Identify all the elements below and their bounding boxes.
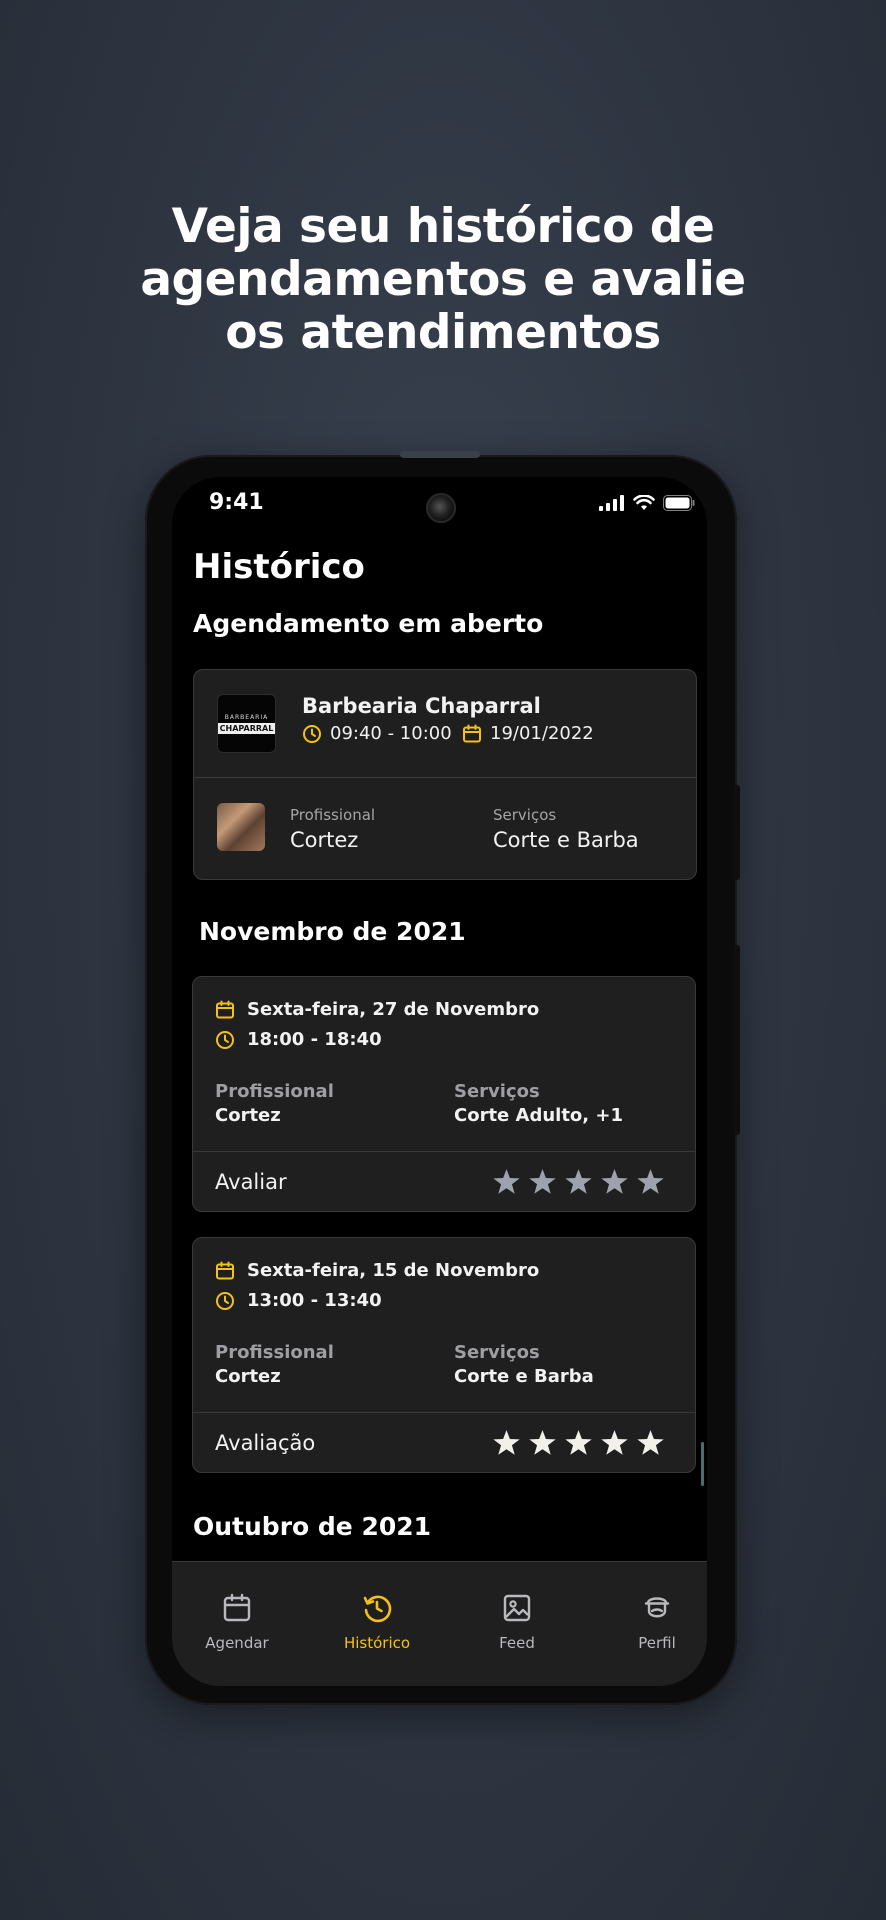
star-icon[interactable]	[492, 1168, 521, 1196]
status-bar: 9:41	[172, 477, 707, 532]
nav-item-feed[interactable]: Feed	[462, 1592, 572, 1652]
battery-icon	[663, 495, 695, 511]
professional-label: Profissional	[215, 1081, 334, 1102]
headline-line-1: Veja seu histórico de	[171, 199, 715, 254]
shop-name: Barbearia Chaparral	[302, 694, 541, 718]
professional-name: Cortez	[215, 1366, 281, 1387]
star-icon[interactable]	[564, 1429, 593, 1457]
history-date: Sexta-feira, 27 de Novembro	[247, 999, 540, 1020]
services-value: Corte e Barba	[454, 1366, 594, 1387]
scroll-indicator[interactable]	[701, 1442, 704, 1486]
status-time: 9:41	[209, 490, 264, 515]
shop-logo-top-text: BARBEARIA	[224, 713, 269, 721]
bottom-navigation: Agendar Histórico Feed Perfil	[172, 1561, 707, 1686]
history-time-row: 13:00 - 13:40	[215, 1290, 382, 1311]
appointment-date-row: 19/01/2022	[462, 723, 594, 744]
nav-item-perfil[interactable]: Perfil	[602, 1592, 707, 1652]
card-divider	[193, 1412, 695, 1413]
status-icons	[599, 495, 695, 511]
nav-label: Perfil	[638, 1634, 676, 1652]
star-icon[interactable]	[492, 1429, 521, 1457]
calendar-icon	[216, 1261, 234, 1279]
professional-name: Cortez	[290, 828, 359, 852]
month-heading-november: Novembro de 2021	[199, 917, 466, 946]
nav-item-historico[interactable]: Histórico	[322, 1592, 432, 1652]
phone-volume-button	[734, 785, 740, 880]
history-card[interactable]: Sexta-feira, 15 de Novembro 13:00 - 13:4…	[192, 1237, 696, 1473]
rating-label: Avaliar	[215, 1170, 287, 1194]
promo-headline: Veja seu histórico de agendamentos e ava…	[0, 200, 886, 359]
history-icon	[363, 1595, 392, 1623]
open-appointment-card[interactable]: BARBEARIA CHAPARRAL Barbearia Chaparral …	[193, 669, 697, 880]
nav-item-agendar[interactable]: Agendar	[182, 1592, 292, 1652]
card-divider	[193, 1151, 695, 1152]
signal-icon	[599, 495, 624, 511]
calendar-icon	[223, 1593, 251, 1622]
nav-label: Agendar	[205, 1634, 269, 1652]
history-card[interactable]: Sexta-feira, 27 de Novembro 18:00 - 18:4…	[192, 976, 696, 1212]
clock-icon	[303, 724, 321, 743]
open-appointment-heading: Agendamento em aberto	[193, 609, 544, 638]
phone-speaker	[400, 451, 480, 458]
headline-line-2: agendamentos e avalie	[140, 252, 746, 307]
headline-line-3: os atendimentos	[225, 305, 661, 360]
professional-avatar	[217, 803, 265, 851]
history-date-row: Sexta-feira, 27 de Novembro	[215, 999, 539, 1020]
star-icon[interactable]	[600, 1168, 629, 1196]
rating-label: Avaliação	[215, 1431, 316, 1455]
calendar-icon	[216, 1000, 234, 1018]
shop-logo: BARBEARIA CHAPARRAL	[217, 694, 276, 753]
star-icon[interactable]	[528, 1429, 557, 1457]
nav-label: Feed	[499, 1634, 535, 1652]
appointment-time-row: 09:40 - 10:00	[302, 723, 452, 744]
professional-label: Profissional	[290, 806, 376, 824]
services-label: Serviços	[454, 1081, 540, 1102]
appointment-time: 09:40 - 10:00	[330, 723, 452, 744]
shop-logo-main-text: CHAPARRAL	[217, 722, 276, 734]
services-value: Corte e Barba	[493, 828, 639, 852]
history-date-row: Sexta-feira, 15 de Novembro	[215, 1260, 539, 1281]
calendar-icon	[463, 724, 481, 742]
services-value: Corte Adulto, +1	[454, 1105, 624, 1126]
page-title: Histórico	[193, 547, 365, 587]
phone-side-button	[734, 945, 740, 1135]
services-label: Serviços	[454, 1342, 540, 1363]
phone-screen: 9:41 Histórico Agendamento em aberto BAR…	[172, 477, 707, 1686]
clock-icon	[216, 1030, 234, 1049]
month-heading-october: Outubro de 2021	[193, 1512, 432, 1541]
history-time: 13:00 - 13:40	[247, 1290, 382, 1311]
card-divider	[194, 777, 696, 778]
appointment-date: 19/01/2022	[490, 723, 594, 744]
nav-label: Histórico	[343, 1634, 411, 1652]
star-icon[interactable]	[636, 1168, 665, 1196]
professional-name: Cortez	[215, 1105, 281, 1126]
front-camera	[426, 493, 456, 523]
clock-icon	[216, 1291, 234, 1310]
star-icon[interactable]	[564, 1168, 593, 1196]
history-time-row: 18:00 - 18:40	[215, 1029, 382, 1050]
star-icon[interactable]	[528, 1168, 557, 1196]
history-time: 18:00 - 18:40	[247, 1029, 382, 1050]
image-icon	[503, 1594, 531, 1622]
star-icon[interactable]	[636, 1429, 665, 1457]
profile-icon	[644, 1597, 670, 1618]
professional-label: Profissional	[215, 1342, 334, 1363]
rating-stars	[492, 1429, 665, 1457]
wifi-icon	[633, 495, 655, 510]
services-label: Serviços	[493, 806, 557, 824]
rating-stars	[492, 1168, 665, 1196]
history-date: Sexta-feira, 15 de Novembro	[247, 1260, 540, 1281]
star-icon[interactable]	[600, 1429, 629, 1457]
